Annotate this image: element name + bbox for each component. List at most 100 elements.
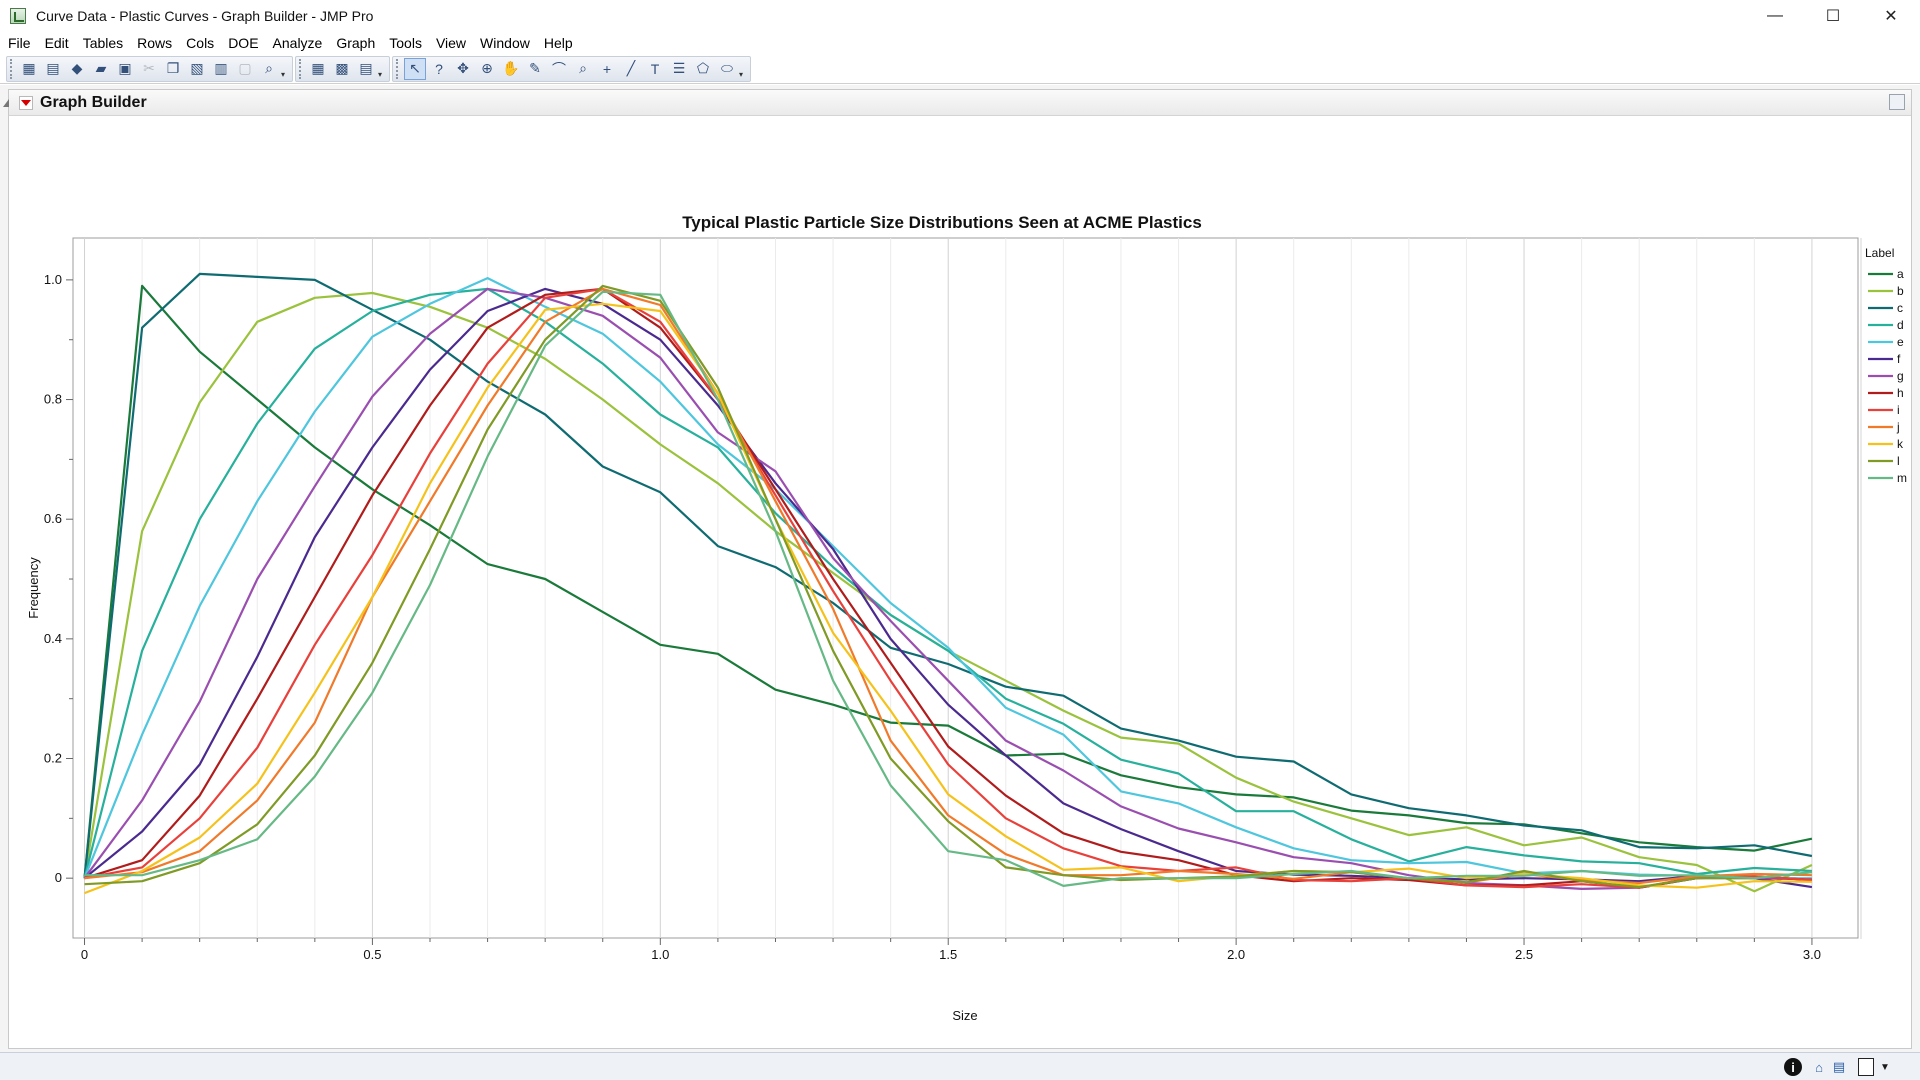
legend-label-l[interactable]: l: [1897, 454, 1900, 468]
toolbar-overflow-icon[interactable]: ▾: [739, 70, 747, 79]
menu-analyze[interactable]: Analyze: [265, 32, 329, 54]
x-tick-label: 0.5: [363, 947, 381, 962]
legend-label-a[interactable]: a: [1897, 267, 1904, 281]
python-icon[interactable]: ◆: [66, 58, 88, 80]
help-tool-icon[interactable]: ?: [428, 58, 450, 80]
legend-label-e[interactable]: e: [1897, 335, 1904, 349]
new-data-table-icon[interactable]: ▦: [18, 58, 40, 80]
menu-view[interactable]: View: [428, 32, 472, 54]
y-tick-label: 0.4: [44, 631, 62, 646]
panel-options-icon[interactable]: [1889, 94, 1905, 110]
journal-icon[interactable]: ▥: [210, 58, 232, 80]
toolbar: ▦ ▤ ◆ ▰ ▣ ✂ ❐ ▧ ▥ ▢ ⌕ ▾ ▦ ▩ ▤ ▾ ↖ ? ✥ ⊕ …: [0, 54, 1920, 84]
menu-doe[interactable]: DOE: [220, 32, 264, 54]
graph-builder-panel: Graph Builder Typical Plastic Particle S…: [3, 89, 1912, 1049]
legend-label-k[interactable]: k: [1897, 437, 1904, 451]
arrow-tool-icon[interactable]: ↖: [404, 57, 426, 80]
line-chart: Typical Plastic Particle Size Distributi…: [26, 213, 1907, 1023]
y-tick-label: 0.2: [44, 751, 62, 766]
maximize-button[interactable]: ☐: [1804, 0, 1862, 32]
paste-icon[interactable]: ▧: [186, 58, 208, 80]
menu-graph[interactable]: Graph: [328, 32, 381, 54]
x-tick-label: 3.0: [1803, 947, 1821, 962]
magnifier-tool-icon[interactable]: ⌕: [572, 58, 594, 80]
new-script-icon[interactable]: ▤: [42, 58, 64, 80]
info-icon[interactable]: i: [1784, 1058, 1802, 1076]
y-tick-label: 1.0: [44, 272, 62, 287]
annotate-tool-icon[interactable]: T: [644, 58, 666, 80]
menu-cols[interactable]: Cols: [178, 32, 220, 54]
hand-tool-icon[interactable]: ✋: [500, 58, 522, 80]
minimize-button[interactable]: —: [1746, 0, 1804, 32]
toolbar-tools-group: ↖ ? ✥ ⊕ ✋ ✎ ⌒ ⌕ + ╱ T ☰ ⬠ ⬭ ▾: [392, 55, 751, 82]
toolbar-grip[interactable]: [299, 58, 303, 79]
menu-window[interactable]: Window: [472, 32, 536, 54]
selection-tool-icon[interactable]: ✥: [452, 58, 474, 80]
open-folder-icon[interactable]: ▰: [90, 58, 112, 80]
simple-shape-tool-icon[interactable]: ☰: [668, 58, 690, 80]
window-list-icon[interactable]: ▤: [1830, 1058, 1848, 1076]
x-tick-label: 1.0: [651, 947, 669, 962]
window-title: Curve Data - Plastic Curves - Graph Buil…: [36, 8, 374, 24]
menu-bar: File Edit Tables Rows Cols DOE Analyze G…: [0, 32, 1920, 54]
graph-builder-header: Graph Builder: [3, 90, 1911, 116]
menu-file[interactable]: File: [0, 32, 37, 54]
data-table-icon[interactable]: ▦: [307, 58, 329, 80]
menu-rows[interactable]: Rows: [129, 32, 178, 54]
cut-icon[interactable]: ✂: [138, 58, 160, 80]
red-triangle-menu-icon[interactable]: [19, 95, 33, 110]
disclosure-icon[interactable]: [3, 98, 9, 107]
toolbar-overflow-icon[interactable]: ▾: [281, 70, 289, 79]
copy-icon[interactable]: ❐: [162, 58, 184, 80]
jmp-app-icon: [10, 8, 26, 24]
legend-label-m[interactable]: m: [1897, 471, 1907, 485]
y-tick-label: 0.8: [44, 392, 62, 407]
window-layout-icon[interactable]: [1858, 1058, 1874, 1076]
home-window-icon[interactable]: ⌂: [1810, 1058, 1828, 1076]
y-tick-label: 0.6: [44, 511, 62, 526]
x-axis-label: Size: [952, 1008, 977, 1023]
y-axis: 0 0.2 0.4 0.6 0.8 1.0: [44, 272, 73, 885]
legend-label-c[interactable]: c: [1897, 301, 1903, 315]
x-tick-label: 0: [81, 947, 88, 962]
toolbar-grip[interactable]: [396, 58, 400, 79]
x-tick-label: 2.5: [1515, 947, 1533, 962]
legend-label-i[interactable]: i: [1897, 403, 1900, 417]
legend-label-h[interactable]: h: [1897, 386, 1904, 400]
crosshair-tool-icon[interactable]: +: [596, 58, 618, 80]
y-axis-label: Frequency: [26, 557, 41, 619]
brush-tool-icon[interactable]: ✎: [524, 58, 546, 80]
y-tick-label: 0: [55, 870, 62, 885]
legend-label-j[interactable]: j: [1896, 420, 1900, 434]
menu-tools[interactable]: Tools: [381, 32, 428, 54]
legend-label-b[interactable]: b: [1897, 284, 1904, 298]
oval-tool-icon[interactable]: ⬭: [716, 58, 738, 80]
menu-tables[interactable]: Tables: [75, 32, 129, 54]
legend: Label abcdefghijklm: [1865, 246, 1907, 485]
x-tick-label: 1.5: [939, 947, 957, 962]
save-icon[interactable]: ▣: [114, 58, 136, 80]
crosshair-target-icon[interactable]: ⊕: [476, 58, 498, 80]
add-rows-icon[interactable]: ▤: [355, 58, 377, 80]
line-tool-icon[interactable]: ╱: [620, 58, 642, 80]
polygon-tool-icon[interactable]: ⬠: [692, 58, 714, 80]
legend-label-d[interactable]: d: [1897, 318, 1904, 332]
x-tick-label: 2.0: [1227, 947, 1245, 962]
toolbar-grip[interactable]: [10, 58, 14, 79]
chart-title: Typical Plastic Particle Size Distributi…: [682, 213, 1202, 232]
search-icon[interactable]: ⌕: [258, 58, 280, 80]
close-button[interactable]: ✕: [1862, 0, 1920, 32]
x-axis: 0 0.5 1.0 1.5 2.0 2.5 3.0: [81, 938, 1821, 962]
legend-title: Label: [1865, 246, 1894, 260]
toolbar-overflow-icon[interactable]: ▾: [378, 70, 386, 79]
print-icon[interactable]: ▢: [234, 58, 256, 80]
lasso-tool-icon[interactable]: ⌒: [548, 58, 570, 80]
legend-label-g[interactable]: g: [1897, 369, 1904, 383]
toolbar-file-group: ▦ ▤ ◆ ▰ ▣ ✂ ❐ ▧ ▥ ▢ ⌕ ▾: [6, 55, 293, 82]
legend-label-f[interactable]: f: [1897, 352, 1901, 366]
menu-edit[interactable]: Edit: [37, 32, 75, 54]
tabulate-icon[interactable]: ▩: [331, 58, 353, 80]
status-bar: i ⌂ ▤ ▼: [0, 1052, 1920, 1080]
dropdown-arrow-icon[interactable]: ▼: [1878, 1058, 1892, 1076]
menu-help[interactable]: Help: [536, 32, 579, 54]
